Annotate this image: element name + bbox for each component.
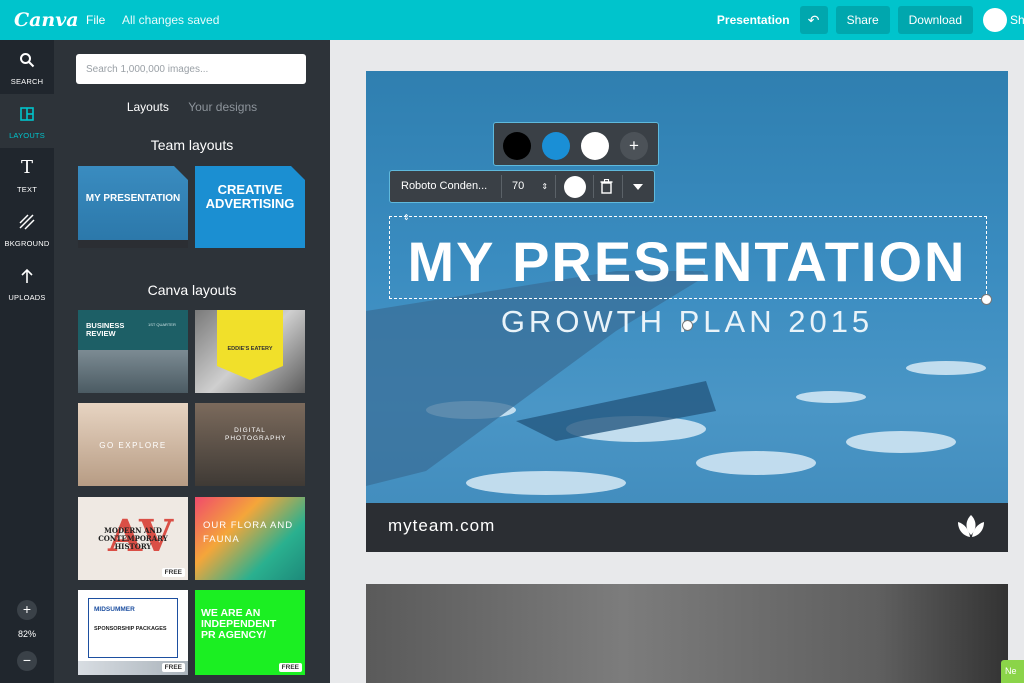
rail-text-label: TEXT bbox=[17, 185, 37, 194]
thumb-footer bbox=[78, 240, 188, 248]
rail-text[interactable]: T TEXT bbox=[0, 148, 54, 202]
thumb-title: DIGITAL PHOTOGRAPHY bbox=[225, 427, 287, 442]
slide-canvas[interactable]: MY PRESENTATION GROWTH PLAN 2015 myteam.… bbox=[366, 71, 1008, 552]
rail-layouts[interactable]: LAYOUTS bbox=[0, 94, 54, 148]
layouts-icon bbox=[20, 107, 34, 121]
color-palette-toolbar: + bbox=[493, 122, 659, 166]
thumb-image bbox=[78, 350, 188, 393]
share-button[interactable]: Share bbox=[835, 6, 890, 34]
canva-layout-thumb[interactable]: WE ARE AN INDEPENDENT PR AGENCY/ FREE bbox=[195, 590, 305, 675]
rail-search[interactable]: SEARCH bbox=[0, 40, 54, 94]
canva-layout-thumb[interactable]: EDDIE'S EATERY bbox=[195, 310, 305, 393]
slide-footer: myteam.com bbox=[366, 503, 1008, 552]
canva-layout-thumb[interactable]: MIDSUMMER SPONSORSHIP PACKAGES FREE bbox=[78, 590, 188, 675]
canva-layouts-title: Canva layouts bbox=[147, 282, 237, 298]
save-status: All changes saved bbox=[122, 13, 220, 27]
team-layout-thumb[interactable]: MY PRESENTATION bbox=[78, 166, 188, 248]
image-search-input[interactable] bbox=[76, 54, 306, 84]
rail-uploads-label: UPLOADS bbox=[8, 293, 46, 302]
add-color-button[interactable]: + bbox=[620, 132, 648, 160]
thumb-fold bbox=[291, 166, 305, 180]
background-icon bbox=[19, 214, 35, 230]
divider bbox=[501, 175, 502, 198]
footer-url[interactable]: myteam.com bbox=[388, 516, 495, 536]
left-rail: SEARCH LAYOUTS T TEXT BKGROUND UPLOADS +… bbox=[0, 40, 54, 683]
file-menu[interactable]: File bbox=[86, 13, 122, 27]
divider bbox=[622, 175, 623, 198]
canva-layout-thumb[interactable]: BUSINESS REVIEW 1ST QUARTER bbox=[78, 310, 188, 393]
truncated-menu-label[interactable]: Sho bbox=[1010, 13, 1024, 27]
next-slide-preview[interactable] bbox=[366, 584, 1008, 683]
thumb-title: CREATIVE ADVERTISING bbox=[205, 182, 295, 211]
text-selection-box[interactable] bbox=[389, 216, 987, 299]
thumb-title: GO EXPLORE bbox=[99, 441, 167, 450]
tab-layouts[interactable]: Layouts bbox=[127, 100, 169, 114]
free-badge: FREE bbox=[161, 568, 185, 577]
zoom-out-button[interactable]: − bbox=[17, 651, 37, 671]
canva-layout-thumb[interactable]: DIGITAL PHOTOGRAPHY bbox=[195, 403, 305, 486]
tab-your-designs[interactable]: Your designs bbox=[188, 100, 257, 114]
team-layouts-title: Team layouts bbox=[150, 137, 234, 153]
text-format-toolbar: Roboto Conden... ⇕ 70 ⇕ bbox=[389, 170, 655, 222]
thumb-banner bbox=[217, 310, 283, 366]
undo-button[interactable]: ↶ bbox=[799, 6, 828, 34]
font-size-select[interactable]: 70 ⇕ bbox=[512, 171, 552, 202]
canva-logo[interactable]: Canva bbox=[14, 9, 86, 31]
swatch-white[interactable] bbox=[581, 132, 609, 160]
undo-icon: ↶ bbox=[807, 11, 820, 28]
text-color-button[interactable] bbox=[564, 176, 586, 198]
swatch-black[interactable] bbox=[503, 132, 531, 160]
search-icon bbox=[20, 53, 35, 68]
leaf-logo-icon[interactable] bbox=[954, 512, 988, 542]
thumb-title: MY PRESENTATION bbox=[85, 193, 181, 204]
team-layout-thumb[interactable]: CREATIVE ADVERTISING bbox=[195, 166, 305, 248]
layouts-panel: Layouts Your designs Team layouts MY PRE… bbox=[54, 40, 330, 683]
rotate-handle[interactable] bbox=[682, 320, 693, 331]
updown-icon: ⇕ bbox=[403, 213, 410, 222]
thumb-title: OUR FLORA AND FAUNA bbox=[203, 520, 294, 545]
thumb-title: MODERN AND CONTEMPORARY HISTORY bbox=[98, 526, 168, 551]
thumb-subtitle: SPONSORSHIP PACKAGES bbox=[94, 626, 167, 632]
thumb-title: BUSINESS REVIEW bbox=[86, 321, 125, 338]
updown-icon: ⇕ bbox=[541, 182, 549, 191]
rail-search-label: SEARCH bbox=[10, 77, 44, 86]
font-family-value: Roboto Conden... bbox=[401, 180, 488, 192]
panel-tabs: Layouts Your designs bbox=[54, 100, 330, 114]
font-family-select[interactable]: Roboto Conden... ⇕ bbox=[401, 171, 497, 222]
swatch-blue[interactable] bbox=[542, 132, 570, 160]
user-avatar[interactable] bbox=[983, 8, 1007, 32]
divider bbox=[593, 175, 594, 198]
zoom-level: 82% bbox=[17, 629, 36, 639]
thumb-title: WE ARE AN INDEPENDENT PR AGENCY/ bbox=[201, 607, 277, 641]
rail-background[interactable]: BKGROUND bbox=[0, 202, 54, 256]
thumb-subtitle: 1ST QUARTER bbox=[148, 322, 176, 327]
thumb-title: MIDSUMMER bbox=[94, 606, 135, 613]
rail-background-label: BKGROUND bbox=[4, 239, 50, 248]
thumb-title: EDDIE'S EATERY bbox=[227, 346, 273, 352]
divider bbox=[555, 175, 556, 198]
free-badge: FREE bbox=[278, 663, 302, 672]
thumb-fold bbox=[174, 166, 188, 180]
zoom-in-button[interactable]: + bbox=[17, 600, 37, 620]
corner-badge[interactable]: Ne bbox=[1001, 660, 1024, 683]
text-icon: T bbox=[20, 157, 33, 178]
canva-layout-thumb[interactable]: AV MODERN AND CONTEMPORARY HISTORY FREE bbox=[78, 497, 188, 580]
free-badge: FREE bbox=[161, 663, 185, 672]
rail-layouts-label: LAYOUTS bbox=[9, 131, 45, 140]
thumb-banner-point bbox=[217, 366, 283, 380]
upload-icon bbox=[21, 268, 33, 283]
resize-handle[interactable] bbox=[981, 294, 992, 305]
chevron-down-icon[interactable] bbox=[632, 183, 644, 191]
download-button[interactable]: Download bbox=[897, 6, 973, 34]
canva-layout-thumb[interactable]: OUR FLORA AND FAUNA bbox=[195, 497, 305, 580]
canva-layout-thumb[interactable]: GO EXPLORE bbox=[78, 403, 188, 486]
top-bar: Canva File All changes saved Presentatio… bbox=[0, 0, 1024, 40]
document-type-label[interactable]: Presentation bbox=[717, 13, 790, 27]
trash-icon[interactable] bbox=[600, 179, 613, 194]
rail-uploads[interactable]: UPLOADS bbox=[0, 256, 54, 310]
font-size-value: 70 bbox=[512, 180, 525, 192]
